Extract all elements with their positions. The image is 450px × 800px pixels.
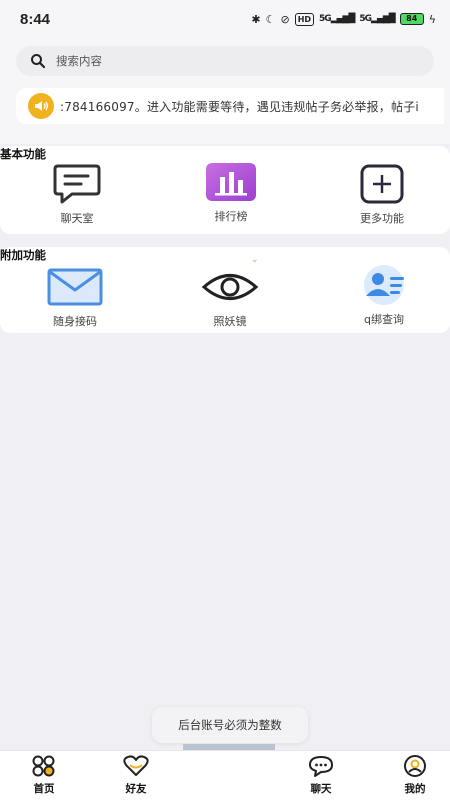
sms-receive-label: 随身接码	[53, 315, 97, 328]
tab-profile-label: 我的	[404, 783, 426, 795]
section-title-extra: 附加功能	[0, 248, 46, 262]
alarm-off-icon: ⊘	[280, 12, 290, 26]
profile-icon	[404, 755, 426, 777]
sms-receive-button[interactable]: 随身接码	[15, 267, 135, 329]
chat-icon	[309, 756, 333, 777]
q-bind-query-label: q绑查询	[364, 313, 404, 326]
status-bar: 8:44 ✱ ☾ ⊘ HD 5G▂▄▆█ 5G▂▄▆█ 84 ϟ	[0, 0, 450, 38]
search-bar[interactable]: 搜索内容	[16, 46, 434, 76]
charging-icon: ϟ	[428, 12, 436, 26]
extra-functions-section: 附加功能 随身接码 照妖镜 ⌄ q绑查询	[0, 247, 450, 333]
chat-bubble-icon	[52, 164, 102, 204]
bluetooth-icon: ✱	[251, 12, 261, 26]
chat-room-label: 聊天室	[60, 212, 94, 225]
signal-icon-2: 5G▂▄▆█	[359, 14, 395, 24]
mirror-label: 照妖镜	[213, 315, 247, 328]
tab-home-label: 首页	[33, 783, 55, 795]
chat-room-button[interactable]: 聊天室	[17, 164, 137, 226]
speaker-icon	[28, 93, 54, 119]
q-bind-query-button[interactable]: q绑查询	[324, 265, 444, 327]
notice-bar[interactable]: :784166097。进入功能需要等待，遇见违规帖子务必举报，帖子i	[16, 88, 444, 124]
tab-profile[interactable]: 我的	[385, 755, 445, 796]
search-icon	[31, 54, 46, 69]
tab-friends[interactable]: 好友	[106, 755, 166, 796]
search-placeholder: 搜索内容	[56, 54, 102, 68]
tab-chat[interactable]: 聊天	[291, 755, 351, 796]
status-time: 8:44	[20, 10, 51, 28]
moon-icon: ☾	[265, 12, 276, 26]
more-functions-label: 更多功能	[360, 212, 404, 225]
battery-icon: 84	[399, 13, 424, 25]
chevron-down-icon: ⌄	[251, 255, 259, 265]
envelope-icon	[47, 267, 103, 307]
signal-icon: 5G▂▄▆█	[319, 14, 355, 24]
tab-home[interactable]: 首页	[14, 755, 74, 796]
battery-level: 84	[406, 14, 418, 23]
ranking-chart-icon	[205, 162, 257, 202]
tab-friends-label: 好友	[125, 783, 147, 795]
user-card-icon	[356, 265, 412, 305]
tab-chat-label: 聊天	[310, 783, 332, 795]
notice-text: :784166097。进入功能需要等待，遇见违规帖子务必举报，帖子i	[60, 99, 419, 114]
toast-message: 后台账号必须为整数	[152, 707, 308, 743]
section-title-basic: 基本功能	[0, 147, 46, 161]
status-icons: ✱ ☾ ⊘ HD 5G▂▄▆█ 5G▂▄▆█ 84 ϟ	[251, 12, 436, 26]
mirror-button[interactable]: 照妖镜	[170, 267, 290, 329]
network-label-2: 5G	[359, 14, 372, 24]
more-functions-button[interactable]: 更多功能	[322, 164, 442, 226]
ranking-button[interactable]: 排行榜	[171, 162, 291, 224]
bottom-tab-bar: 首页 好友 聊天 我的	[0, 750, 450, 800]
ranking-label: 排行榜	[214, 210, 248, 223]
plus-square-icon	[359, 164, 405, 204]
hd-badge: HD	[294, 12, 315, 26]
eye-icon	[201, 267, 259, 307]
home-grid-icon	[32, 755, 55, 777]
basic-functions-section: 基本功能 聊天室 排行榜 更多功能	[0, 146, 450, 234]
heart-icon	[123, 755, 149, 776]
network-label: 5G	[319, 14, 332, 24]
